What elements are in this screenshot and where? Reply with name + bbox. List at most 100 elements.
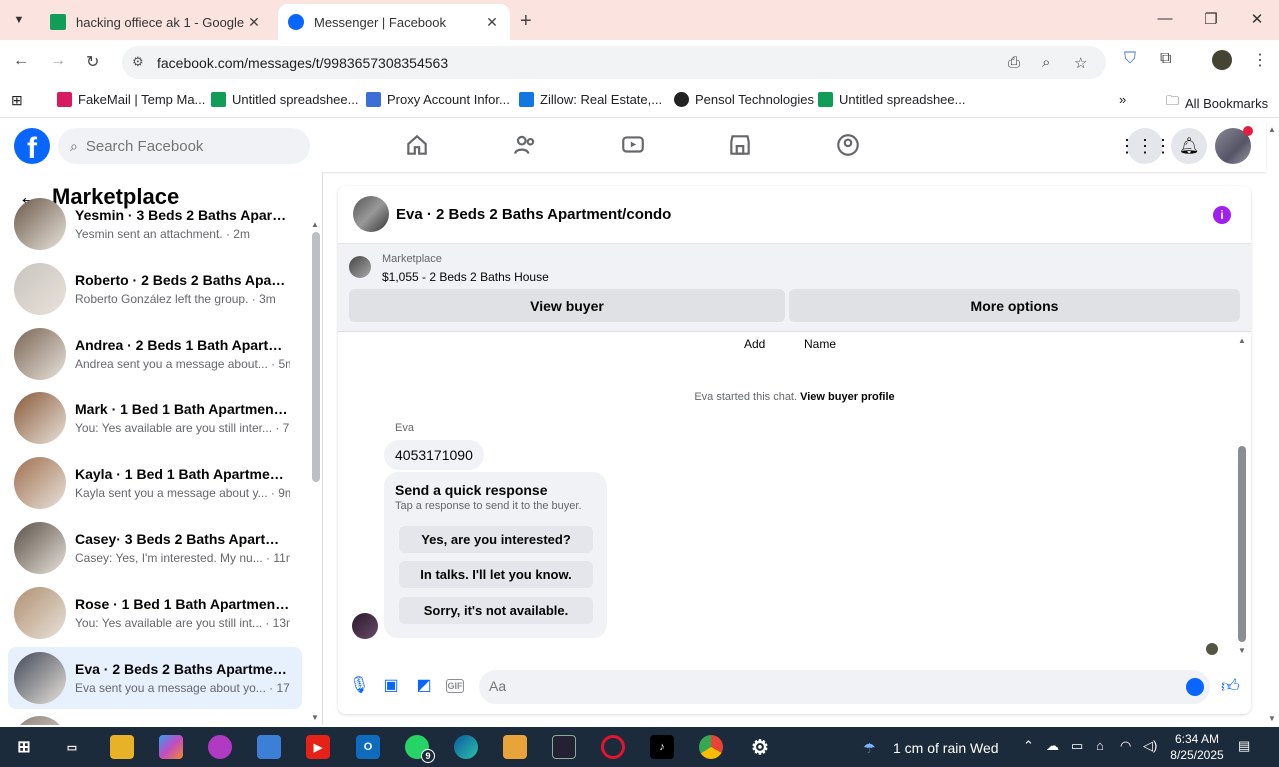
zoom-icon[interactable]: ⌕ (1042, 54, 1050, 71)
all-bookmarks[interactable]: 🗀 All Bookmarks (1166, 92, 1268, 114)
chat-scrollbar[interactable] (1238, 446, 1246, 642)
start-icon[interactable]: ⊞ (12, 735, 36, 759)
chat-scroll-down-icon[interactable]: ▼ (1238, 646, 1246, 655)
groups-icon[interactable] (835, 132, 861, 158)
edge-icon[interactable] (454, 735, 478, 759)
message-bubble[interactable]: 4053171090 (384, 440, 484, 470)
battery-icon[interactable]: ▭ (1071, 738, 1083, 754)
quick-reply-in-talks-button[interactable]: In talks. I'll let you know. (399, 561, 593, 588)
sender-avatar[interactable] (352, 613, 378, 639)
bookmark-spreadsheet-2[interactable]: Untitled spreadshee... (818, 92, 965, 107)
notifications-bell-icon[interactable]: 🔔︎ (1171, 128, 1207, 164)
clock[interactable]: 6:34 AM 8/25/2025 (1168, 731, 1226, 763)
conversation-item[interactable]: Mark · 1 Bed 1 Bath Apartment/... You: Ye… (8, 387, 302, 449)
bookmark-proxy[interactable]: Proxy Account Infor... (366, 92, 510, 107)
conversation-item[interactable]: Pat Tran · 2 Beds 2 Baths Apart... (8, 711, 302, 725)
page-scroll-up-icon[interactable]: ▲ (1268, 125, 1276, 134)
message-input-box[interactable] (479, 670, 1210, 704)
menu-grid-icon[interactable]: ⋮⋮⋮ (1118, 128, 1172, 164)
back-icon[interactable]: ← (13, 52, 29, 70)
view-buyer-button[interactable]: View buyer (349, 289, 785, 322)
quick-reply-not-available-button[interactable]: Sorry, it's not available. (399, 597, 593, 624)
chevron-up-icon[interactable]: ⌃ (1023, 738, 1034, 754)
gif-icon[interactable]: GIF (446, 679, 464, 693)
minimize-icon[interactable]: — (1155, 10, 1175, 27)
conversation-item[interactable]: Roberto · 2 Beds 2 Baths Apart... Roberto… (8, 258, 302, 320)
view-buyer-profile-link[interactable]: View buyer profile (800, 391, 895, 403)
opera-icon[interactable] (601, 735, 625, 759)
close-icon[interactable]: ✕ (484, 14, 500, 31)
tab-search-chevron-icon[interactable]: ▼ (6, 8, 32, 32)
bookmark-zillow[interactable]: Zillow: Real Estate,... (519, 92, 662, 107)
settings-app-icon[interactable] (552, 735, 576, 759)
search-input[interactable] (85, 137, 286, 155)
account-avatar[interactable] (1215, 126, 1253, 164)
outlook-icon[interactable]: O (356, 735, 380, 759)
tab-messenger[interactable]: Messenger | Facebook ✕ (278, 4, 510, 40)
sticker-icon[interactable]: ◩ (415, 677, 433, 695)
emoji-icon[interactable] (1186, 678, 1204, 696)
sidebar-scroll-down-icon[interactable]: ▼ (311, 713, 319, 722)
store-icon[interactable] (257, 735, 281, 759)
add-chip-label[interactable]: Add (744, 337, 765, 351)
bookmark-spreadsheet-1[interactable]: Untitled spreadshee... (211, 92, 358, 107)
conversation-item[interactable]: Andrea · 2 Beds 1 Bath Apartme... Andrea … (8, 323, 302, 385)
badge-app-icon[interactable] (503, 735, 527, 759)
chat-title[interactable]: Eva · 2 Beds 2 Baths Apartment/condo (396, 206, 671, 223)
address-bar[interactable]: ⚙ facebook.com/messages/t/99836573083545… (122, 46, 1106, 79)
message-input[interactable] (489, 678, 1169, 694)
chat-scroll-up-icon[interactable]: ▲ (1238, 336, 1246, 345)
listing-thumbnail[interactable] (349, 256, 371, 278)
app-icon[interactable] (208, 735, 232, 759)
close-icon[interactable]: ✕ (246, 14, 262, 31)
install-icon[interactable]: ⎙ (1008, 54, 1020, 71)
page-scroll-down-icon[interactable]: ▼ (1268, 714, 1276, 723)
microphone-icon[interactable]: 🎙︎ (349, 677, 369, 695)
chrome-icon[interactable] (699, 735, 723, 759)
task-view-icon[interactable]: ▭ (60, 735, 84, 759)
forward-icon[interactable]: → (50, 52, 66, 70)
facebook-logo[interactable]: f (14, 128, 50, 165)
gear-icon[interactable]: ⚙ (748, 735, 772, 759)
reload-icon[interactable]: ↻ (86, 52, 99, 72)
friends-icon[interactable] (512, 132, 538, 158)
conversation-item[interactable]: Casey· 3 Beds 2 Baths Apartmen... Casey: … (8, 517, 302, 579)
conversation-item[interactable]: Kayla · 1 Bed 1 Bath Apartment/... Kayla … (8, 452, 302, 514)
shield-extension-icon[interactable]: ⛉ (1124, 50, 1136, 68)
bookmark-star-icon[interactable]: ☆ (1074, 54, 1087, 72)
sidebar-scroll-up-icon[interactable]: ▲ (311, 220, 319, 229)
extensions-icon[interactable]: ⧉ (1160, 50, 1171, 68)
new-tab-button[interactable]: + (520, 10, 532, 33)
home-icon[interactable] (404, 132, 430, 158)
whatsapp-icon[interactable]: 9 (405, 735, 435, 763)
tab-google-sheets[interactable]: hacking offiece ak 1 - Google Sh ✕ (40, 4, 272, 40)
more-options-button[interactable]: More options (789, 289, 1240, 322)
bookmark-pensol[interactable]: Pensol Technologies (674, 92, 814, 107)
chat-avatar[interactable] (353, 196, 389, 232)
conversation-item-selected[interactable]: Eva · 2 Beds 2 Baths Apartment/... Eva se… (8, 646, 302, 709)
volume-icon[interactable]: ◁) (1143, 738, 1157, 754)
file-explorer-icon[interactable] (110, 735, 134, 759)
apps-icon[interactable]: ⊞ (11, 92, 23, 109)
cloud-icon[interactable]: ☁ (1046, 738, 1059, 754)
wifi-icon[interactable]: ◠ (1120, 738, 1131, 754)
copilot-icon[interactable] (159, 735, 183, 759)
menu-icon[interactable]: ⋮ (1252, 50, 1268, 70)
profile-avatar[interactable] (1212, 50, 1232, 70)
marketplace-icon[interactable] (727, 132, 753, 158)
restore-icon[interactable]: ❐ (1201, 10, 1221, 28)
weather-widget[interactable]: ☂ 1 cm of rain Wed (863, 740, 999, 756)
youtube-icon[interactable]: ▶ (306, 735, 330, 759)
conversation-item[interactable]: Rose · 1 Bed 1 Bath Apartment/c... You: Y… (8, 582, 302, 644)
video-icon[interactable] (620, 132, 646, 158)
thumbs-up-icon[interactable]: 👍︎ (1221, 677, 1240, 695)
more-bookmarks-icon[interactable]: » (1119, 92, 1126, 107)
network-icon[interactable]: ⌂ (1096, 738, 1104, 753)
search-box[interactable]: ⌕ (58, 128, 310, 164)
notification-center-icon[interactable]: ▤ (1238, 738, 1250, 754)
tiktok-icon[interactable]: ♪ (650, 735, 674, 759)
photo-icon[interactable]: ▣ (382, 677, 400, 695)
sidebar-scrollbar[interactable] (312, 232, 320, 482)
conversation-item[interactable]: Yesmin · 3 Beds 2 Baths Apartm... Yesmin … (8, 193, 302, 255)
bookmark-fakemail[interactable]: FakeMail | Temp Ma... (57, 92, 205, 107)
